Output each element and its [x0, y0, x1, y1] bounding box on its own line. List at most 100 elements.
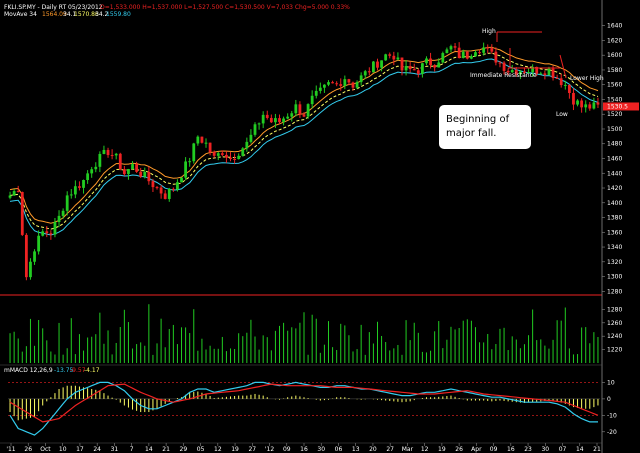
candle-body [363, 71, 367, 76]
price-tick-label: 1640 [607, 23, 622, 30]
candle-body [237, 155, 241, 160]
annotation-lower-high: Lower High [570, 75, 604, 82]
x-tick-label: 30 [541, 446, 549, 453]
candle-body [576, 100, 579, 105]
candle-body [188, 161, 192, 163]
candle-body [469, 56, 473, 59]
x-tick-label: '11 [6, 446, 15, 453]
candle-body [49, 233, 53, 235]
candle-body [310, 95, 314, 105]
candle-body [294, 104, 298, 114]
volume-tick-label: 1280 [607, 306, 622, 313]
candle-body [486, 47, 490, 49]
candle-body [212, 152, 216, 156]
chart: FKLI.SP.MY - Daily RT 05/23/2012 O=1,533… [0, 0, 640, 453]
candle-body [253, 124, 257, 135]
x-tick-label: 16 [300, 446, 308, 453]
candle-body [437, 62, 441, 68]
candle-body [286, 116, 290, 119]
candle-body [86, 173, 90, 181]
macd-label: mMACD 12,26,9 [4, 367, 53, 374]
candle-body [65, 195, 69, 211]
candle-body [151, 181, 155, 188]
candle-body [494, 51, 498, 63]
candle-body [302, 114, 306, 117]
candle-body [461, 51, 465, 58]
candle-body [200, 136, 204, 143]
callout-box [439, 105, 531, 149]
candle-body [57, 215, 61, 223]
x-tick-label: 27 [386, 446, 394, 453]
x-tick-label: 12 [214, 446, 222, 453]
candle-body [208, 142, 212, 153]
macd-tick-label: -20 [607, 429, 617, 436]
candle-body [155, 187, 159, 189]
header-date: 05/23/2012 [68, 4, 103, 11]
candle-body [563, 84, 567, 86]
candle-body [163, 193, 167, 199]
candle-body [278, 118, 281, 123]
candle-body [355, 82, 359, 88]
candle-body [29, 261, 32, 278]
candle-body [306, 104, 310, 117]
price-tick-label: 1360 [607, 229, 622, 236]
candle-body [567, 84, 571, 93]
candle-body [580, 100, 584, 108]
candle-body [249, 134, 253, 142]
candle-body [478, 52, 481, 54]
candle-body [41, 231, 45, 236]
candle-body [261, 114, 265, 124]
candle-body [441, 53, 445, 63]
candle-body [596, 102, 600, 105]
candle-body [547, 68, 551, 76]
x-tick-label: 26 [455, 446, 463, 453]
callout-line-1: Beginning of [446, 114, 510, 125]
candle-body [429, 58, 432, 66]
candle-body [416, 70, 420, 74]
price-tick-label: 1520 [607, 111, 622, 118]
candle-body [584, 104, 588, 108]
x-tick-label: 26 [24, 446, 32, 453]
candle-body [20, 191, 24, 235]
macd-tick-label: -10 [607, 412, 617, 419]
candle-body [269, 117, 273, 123]
price-tick-label: 1380 [607, 215, 622, 222]
price-tick-label: 1300 [607, 274, 622, 281]
candle-body [404, 66, 408, 71]
x-tick-label: 06 [335, 446, 343, 453]
candle-body [335, 83, 339, 85]
header-movave-label: MovAve 34 [4, 11, 37, 18]
price-tick-label: 1440 [607, 170, 622, 177]
candle-body [106, 149, 110, 156]
candle-body [400, 57, 404, 71]
price-tick-label: 1560 [607, 82, 622, 89]
price-tick-label: 1500 [607, 126, 622, 133]
candle-body [82, 180, 85, 188]
candle-body [343, 79, 347, 86]
macd-tick-label: 10 [607, 379, 615, 386]
x-tick-label: 24 [93, 446, 101, 453]
annotation-immediate-resistance: Immediate Resistance [470, 72, 537, 79]
candle-body [490, 48, 494, 52]
x-tick-label: 14 [576, 446, 584, 453]
candle-body [184, 161, 187, 178]
candle-body [347, 79, 351, 83]
x-tick-label: 17 [76, 446, 84, 453]
price-tick-label: 1280 [607, 288, 622, 295]
candle-body [412, 69, 416, 71]
x-tick-label: 27 [248, 446, 256, 453]
header-ohlc: O=1,533.000 H=1,537.000 L=1,527.500 C=1,… [100, 4, 350, 11]
x-tick-label: 10 [59, 446, 67, 453]
price-tick-label: 1600 [607, 52, 622, 59]
x-tick-label: 13 [352, 446, 360, 453]
candle-body [245, 141, 249, 149]
x-tick-label: 19 [231, 446, 239, 453]
candle-body [229, 157, 232, 160]
candle-body [482, 47, 486, 53]
candle-body [127, 169, 130, 175]
candle-body [367, 71, 371, 73]
candle-body [388, 54, 392, 56]
candle-body [555, 77, 559, 79]
candle-body [225, 154, 228, 158]
candle-body [359, 75, 363, 83]
